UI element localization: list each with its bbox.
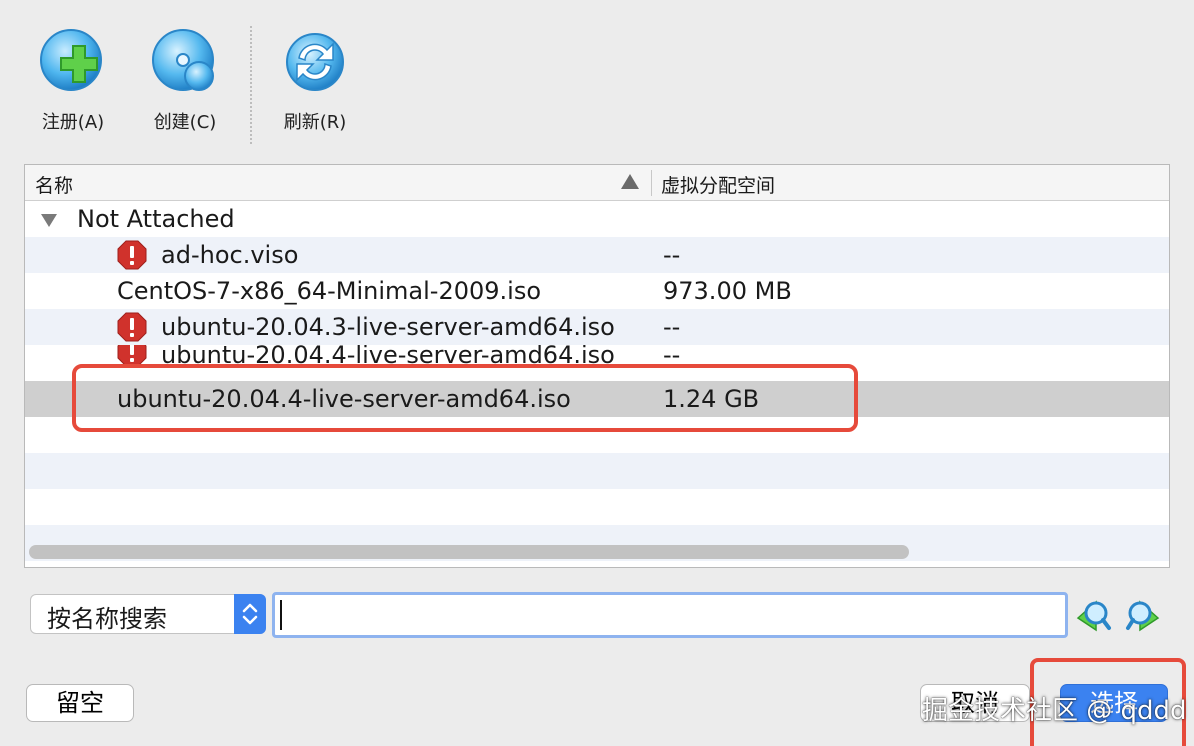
- row-name: CentOS-7-x86_64-Minimal-2009.iso: [117, 277, 542, 305]
- table-row[interactable]: ubuntu-20.04.3-live-server-amd64.iso --: [25, 309, 1169, 345]
- table-row[interactable]: CentOS-7-x86_64-Minimal-2009.iso 973.00 …: [25, 273, 1169, 309]
- table-row[interactable]: ad-hoc.viso --: [25, 237, 1169, 273]
- highlight-selected-row: [72, 364, 858, 432]
- search-next-icon[interactable]: [1124, 596, 1162, 636]
- cancel-button[interactable]: 取消: [920, 684, 1030, 722]
- add-disk-icon: [40, 29, 102, 91]
- disclosure-triangle-icon[interactable]: [41, 214, 57, 227]
- search-previous-icon[interactable]: [1074, 596, 1112, 636]
- search-input[interactable]: [272, 592, 1068, 638]
- create-disk-icon: [152, 29, 214, 91]
- empty-row: [25, 453, 1169, 489]
- column-header-name[interactable]: 名称: [35, 171, 73, 198]
- sort-ascending-icon[interactable]: [621, 174, 639, 189]
- register-button[interactable]: 注册(A): [28, 28, 118, 134]
- row-size: 973.00 MB: [663, 277, 792, 305]
- table-header: 名称 虚拟分配空间: [25, 165, 1169, 201]
- chevron-up-down-icon: [242, 603, 258, 625]
- search-mode-value: 按名称搜索: [47, 605, 167, 633]
- select-stepper[interactable]: [234, 594, 266, 634]
- refresh-icon: [286, 33, 344, 91]
- group-row-not-attached[interactable]: Not Attached: [25, 201, 1169, 237]
- column-header-virtual-size[interactable]: 虚拟分配空间: [661, 171, 775, 198]
- column-divider[interactable]: [651, 170, 652, 196]
- search-mode-select[interactable]: 按名称搜索: [30, 594, 266, 634]
- create-label: 创建(C): [153, 112, 217, 133]
- row-size: --: [663, 241, 681, 269]
- error-icon: [117, 312, 147, 342]
- row-name: ad-hoc.viso: [161, 241, 299, 269]
- row-name: ubuntu-20.04.3-live-server-amd64.iso: [161, 313, 615, 341]
- text-cursor: [280, 600, 282, 630]
- toolbar-separator: [250, 26, 252, 144]
- leave-empty-button[interactable]: 留空: [26, 684, 134, 722]
- refresh-label: 刷新(R): [283, 112, 347, 133]
- highlight-choose-button: [1030, 658, 1186, 746]
- register-label: 注册(A): [41, 112, 105, 133]
- create-button[interactable]: 创建(C): [140, 28, 230, 134]
- error-icon: [117, 240, 147, 270]
- group-label: Not Attached: [77, 205, 235, 233]
- refresh-button[interactable]: 刷新(R): [270, 28, 360, 134]
- horizontal-scrollbar[interactable]: [29, 545, 909, 559]
- row-size: --: [663, 313, 681, 341]
- empty-row: [25, 489, 1169, 525]
- toolbar: 注册(A) 创建(C) 刷新(R): [0, 0, 1194, 150]
